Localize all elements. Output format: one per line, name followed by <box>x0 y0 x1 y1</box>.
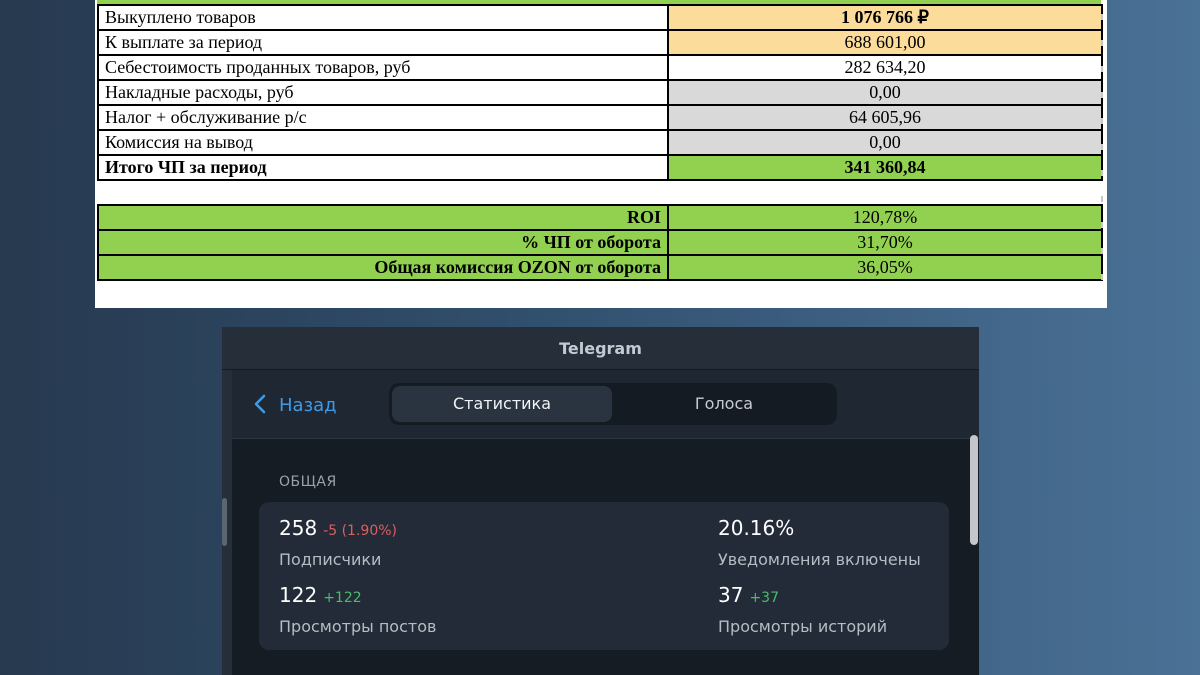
row-value: 341 360,84 <box>667 154 1103 181</box>
metric-value: 36,05% <box>667 254 1103 281</box>
sheet-edge-marks <box>1101 14 1103 284</box>
window-title: Telegram <box>559 339 642 358</box>
row-value: 0,00 <box>667 79 1103 106</box>
row-label: Себестоимость проданных товаров, руб <box>97 54 669 81</box>
stat-value: 20.16% <box>718 516 795 540</box>
table-row: Себестоимость проданных товаров, руб 282… <box>97 54 1103 81</box>
tab-votes[interactable]: Голоса <box>614 386 834 422</box>
stat-delta: +37 <box>749 590 779 606</box>
table-row: Налог + обслуживание р/с 64 605,96 <box>97 104 1103 131</box>
stat-label: Уведомления включены <box>718 550 921 569</box>
stat-label: Подписчики <box>279 550 382 569</box>
stat-subscribers: 258 -5 (1.90%) Подписчики <box>279 516 397 569</box>
table-row: Накладные расходы, руб 0,00 <box>97 79 1103 106</box>
spreadsheet-panel: Выкуплено товаров 1 076 766 ₽ К выплате … <box>95 0 1107 308</box>
stats-body: ОБЩАЯ 258 -5 (1.90%) Подписчики 20.16% Ув… <box>232 435 979 675</box>
content-scrollbar[interactable] <box>970 435 978 545</box>
table-row: К выплате за период 688 601,00 <box>97 29 1103 56</box>
tab-statistics[interactable]: Статистика <box>392 386 612 422</box>
row-value: 64 605,96 <box>667 104 1103 131</box>
metric-row: Общая комиссия OZON от оборота 36,05% <box>97 254 1103 281</box>
blank-cell <box>668 179 1102 206</box>
metric-row: ROI 120,78% <box>97 204 1103 231</box>
row-label: Выкуплено товаров <box>97 4 669 31</box>
row-label: Накладные расходы, руб <box>97 79 669 106</box>
left-scrollbar[interactable] <box>222 498 227 546</box>
window-titlebar[interactable]: Telegram <box>222 327 979 370</box>
row-label: К выплате за период <box>97 29 669 56</box>
stat-value: 122 <box>279 583 318 607</box>
stat-label: Просмотры постов <box>279 617 437 636</box>
back-label: Назад <box>279 395 337 416</box>
row-value: 688 601,00 <box>667 29 1103 56</box>
metric-label: Общая комиссия OZON от оборота <box>97 254 669 281</box>
blank-cell <box>98 179 668 206</box>
total-row: Итого ЧП за период 341 360,84 <box>97 154 1103 181</box>
row-label: Итого ЧП за период <box>97 154 669 181</box>
row-label: Налог + обслуживание р/с <box>97 104 669 131</box>
stat-story-views: 37 +37 Просмотры историй <box>718 583 887 636</box>
row-value: 0,00 <box>667 129 1103 156</box>
stat-value: 258 <box>279 516 318 540</box>
section-title: ОБЩАЯ <box>279 474 337 490</box>
metric-value: 120,78% <box>667 204 1103 231</box>
stat-notifications: 20.16% Уведомления включены <box>718 516 921 569</box>
chevron-left-icon <box>254 393 273 418</box>
blank-row <box>98 179 1102 206</box>
pnl-table: Выкуплено товаров 1 076 766 ₽ К выплате … <box>97 4 1103 281</box>
row-value: 1 076 766 ₽ <box>667 4 1103 31</box>
stat-delta: +122 <box>323 590 362 606</box>
overview-card: 258 -5 (1.90%) Подписчики 20.16% Уведомле… <box>259 502 949 650</box>
stat-value: 37 <box>718 583 744 607</box>
metric-row: % ЧП от оборота 31,70% <box>97 229 1103 256</box>
row-label: Комиссия на вывод <box>97 129 669 156</box>
table-row: Выкуплено товаров 1 076 766 ₽ <box>97 4 1103 31</box>
metric-label: % ЧП от оборота <box>97 229 669 256</box>
stats-header: Назад Статистика Голоса <box>232 370 979 439</box>
stat-delta: -5 (1.90%) <box>323 523 397 539</box>
stat-label: Просмотры историй <box>718 617 888 636</box>
segmented-control: Статистика Голоса <box>389 383 837 425</box>
back-button[interactable]: Назад <box>254 392 337 417</box>
metric-label: ROI <box>97 204 669 231</box>
stat-post-views: 122 +122 Просмотры постов <box>279 583 436 636</box>
telegram-window: Telegram Назад Статистика Голоса ОБЩАЯ 2… <box>222 327 979 675</box>
metric-value: 31,70% <box>667 229 1103 256</box>
row-value: 282 634,20 <box>667 54 1103 81</box>
table-row: Комиссия на вывод 0,00 <box>97 129 1103 156</box>
left-pane-edge <box>222 370 232 675</box>
